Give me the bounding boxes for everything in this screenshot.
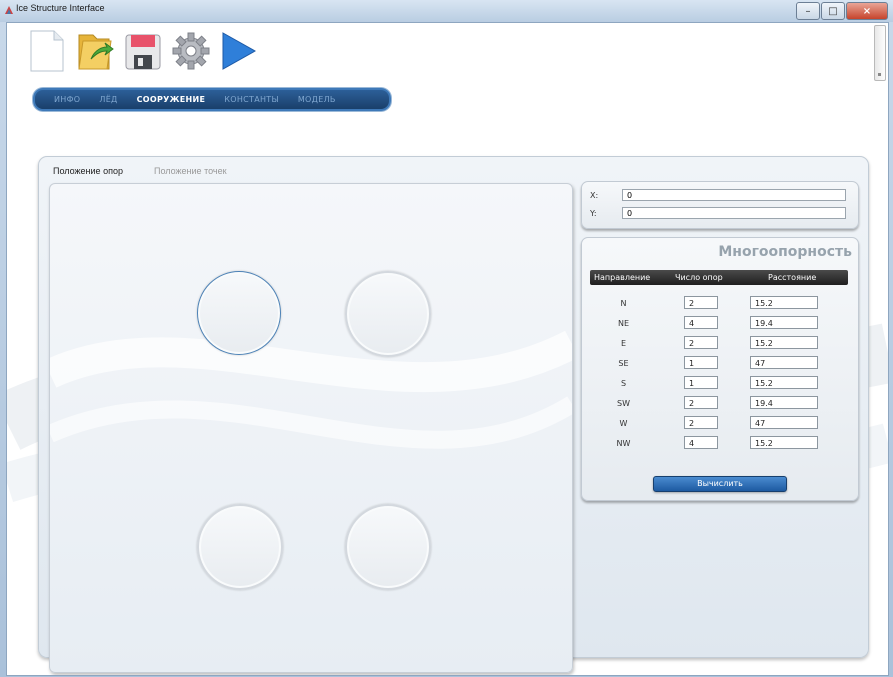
main-nav: ИНФО ЛЁД СООРУЖЕНИЕ КОНСТАНТЫ МОДЕЛЬ: [33, 88, 391, 111]
canvas-wave: [50, 330, 572, 449]
support-count-field[interactable]: 4: [684, 316, 718, 329]
close-button[interactable]: ×: [846, 2, 888, 20]
support-count-field[interactable]: 2: [684, 396, 718, 409]
pier-bottom-left[interactable]: [197, 504, 283, 590]
x-field[interactable]: 0: [622, 189, 846, 201]
save-button[interactable]: [123, 29, 163, 73]
distance-field[interactable]: 15.2: [750, 436, 818, 449]
structure-panel: Положение опор Положение точек X: 0 Y: 0: [38, 156, 869, 673]
header-support-count: Число опор: [675, 273, 723, 282]
run-play-icon: [222, 32, 257, 70]
support-count-field[interactable]: 1: [684, 376, 718, 389]
open-folder-icon: [78, 34, 114, 70]
vertical-scrollbar[interactable]: [874, 25, 886, 81]
client-area: ИНФО ЛЁД СООРУЖЕНИЕ КОНСТАНТЫ МОДЕЛЬ Пол…: [6, 22, 889, 676]
header-distance: Расстояние: [768, 273, 817, 282]
nav-model[interactable]: МОДЕЛЬ: [298, 95, 336, 104]
toolbar: [27, 29, 259, 73]
distance-field[interactable]: 19.4: [750, 316, 818, 329]
new-file-button[interactable]: [27, 29, 67, 73]
nav-constants[interactable]: КОНСТАНТЫ: [224, 95, 279, 104]
row-direction: N: [620, 299, 627, 308]
pier-top-right[interactable]: [345, 271, 431, 357]
nav-structure[interactable]: СООРУЖЕНИЕ: [137, 95, 206, 104]
calculate-button[interactable]: Вычислить: [653, 476, 787, 492]
row-direction: SW: [617, 399, 630, 408]
support-count-field[interactable]: 2: [684, 336, 718, 349]
nav-info[interactable]: ИНФО: [54, 95, 80, 104]
support-count-field[interactable]: 2: [684, 296, 718, 309]
new-file-icon: [30, 30, 64, 72]
support-count-field[interactable]: 1: [684, 356, 718, 369]
row-direction: SE: [618, 359, 629, 368]
run-button[interactable]: [219, 29, 259, 73]
tab-point-positions[interactable]: Положение точек: [154, 166, 227, 176]
multisupport-title: Многоопорность: [718, 244, 852, 260]
distance-field[interactable]: 15.2: [750, 336, 818, 349]
minimize-button[interactable]: –: [796, 2, 820, 20]
distance-field[interactable]: 15.2: [750, 296, 818, 309]
save-disk-icon: [125, 34, 161, 70]
distance-field[interactable]: 15.2: [750, 376, 818, 389]
support-count-field[interactable]: 2: [684, 416, 718, 429]
row-direction: W: [619, 419, 628, 428]
app-window: Ice Structure Interface – □ × ИНФО ЛЁД С…: [0, 0, 893, 677]
app-icon: [5, 6, 13, 14]
distance-field[interactable]: 19.4: [750, 396, 818, 409]
support-count-field[interactable]: 4: [684, 436, 718, 449]
pier-bottom-right[interactable]: [345, 504, 431, 590]
table-header: Направление Число опор Расстояние: [590, 270, 848, 285]
settings-gear-icon: [172, 32, 210, 70]
tab-support-positions[interactable]: Положение опор: [53, 166, 123, 176]
window-controls: – □ ×: [795, 2, 888, 20]
header-direction: Направление: [594, 273, 651, 282]
row-direction: S: [620, 379, 627, 388]
y-field[interactable]: 0: [622, 207, 846, 219]
y-label: Y:: [590, 209, 597, 218]
x-label: X:: [590, 191, 599, 200]
open-button[interactable]: [75, 29, 115, 73]
window-title: Ice Structure Interface: [16, 3, 105, 13]
title-bar: Ice Structure Interface – □ ×: [0, 0, 893, 22]
distance-field[interactable]: 47: [750, 356, 818, 369]
support-canvas[interactable]: [49, 183, 573, 673]
row-direction: NE: [617, 319, 630, 328]
multisupport-box: Многоопорность Направление Число опор Ра…: [581, 237, 859, 501]
maximize-button[interactable]: □: [821, 2, 845, 20]
settings-button[interactable]: [171, 29, 211, 73]
pier-top-left[interactable]: [197, 271, 281, 355]
distance-field[interactable]: 47: [750, 416, 818, 429]
scroll-grip-icon: [878, 73, 881, 76]
coordinates-box: X: 0 Y: 0: [581, 181, 859, 229]
row-direction: E: [620, 339, 627, 348]
nav-ice[interactable]: ЛЁД: [99, 95, 117, 104]
row-direction: NW: [616, 439, 631, 448]
